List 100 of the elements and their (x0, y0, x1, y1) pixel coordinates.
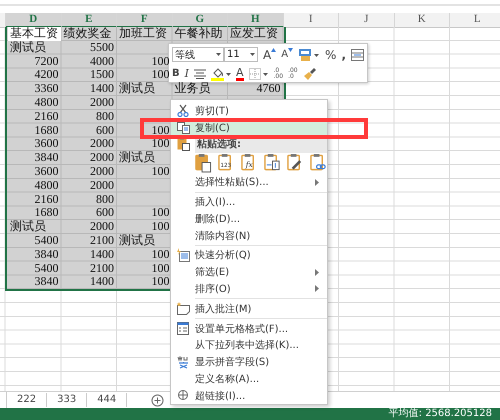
paste-icon[interactable] (195, 153, 212, 174)
font-size-field[interactable]: 11 (224, 47, 258, 62)
font-color-button[interactable]: A (236, 66, 244, 80)
font-name-field[interactable]: 等线 (172, 47, 224, 62)
fill-color-icon[interactable] (210, 66, 231, 80)
table-cell-text: 4200 (34, 68, 60, 82)
menu-item[interactable]: 设置单元格格式(F)... (171, 320, 327, 337)
table-cell-text: 2000 (89, 220, 115, 234)
table-cell-text: 3600 (34, 164, 60, 179)
column-header[interactable]: F (117, 13, 172, 28)
table-cell-text: 5400 (34, 234, 60, 248)
menu-item[interactable]: 插入(I)... (171, 194, 327, 210)
table-cell-text: 测试员 (9, 40, 47, 55)
column-header[interactable]: I (284, 13, 339, 28)
bold-button[interactable]: B (172, 66, 180, 80)
menu-item[interactable]: 剪切(T) (171, 102, 327, 120)
table-cell-text: 1400 (89, 248, 115, 262)
sheet-tab[interactable]: 444 (87, 393, 128, 407)
menu-item[interactable]: 快速分析(Q) (171, 246, 327, 264)
table-cell-text: 1500 (89, 68, 115, 82)
average-readout: 平均值: 2568.205128 (388, 408, 492, 420)
table-cell-text: 午餐补助 (174, 27, 224, 42)
table-cell: 基本工资 (8, 27, 60, 41)
menu-item[interactable]: 清除内容(N) (171, 227, 327, 244)
table-cell-text: 4800 (34, 178, 60, 193)
phonetic-guide-icon (176, 356, 190, 369)
grow-font-button[interactable]: A (262, 48, 276, 62)
table-cell-text: 4760 (256, 82, 282, 96)
table-cell-text: 5400 (34, 262, 60, 276)
comma-style-button[interactable]: , (341, 48, 346, 62)
clipboard-icon (176, 137, 190, 152)
column-header[interactable]: H (228, 13, 284, 28)
paste-link-icon[interactable] (310, 153, 327, 174)
table-style-icon[interactable] (298, 48, 320, 62)
menu-item[interactable]: 筛选(E) (171, 264, 327, 281)
format-cells-icon (177, 322, 189, 336)
table-cell-text: 业务员 (174, 82, 212, 96)
percent-button[interactable]: % (325, 48, 336, 62)
center-align-icon[interactable] (194, 68, 206, 78)
scissors-icon (177, 104, 189, 118)
dropdown-caret-icon[interactable] (250, 53, 255, 56)
table-cell-text: 100 (150, 124, 170, 138)
table-cell-text: 2000 (89, 164, 115, 179)
table-cell-text: 1400 (89, 82, 115, 96)
table-cell-text: 3600 (34, 137, 60, 152)
column-header[interactable]: K (394, 13, 450, 28)
menu-item[interactable]: 定义名称(A)... (171, 370, 327, 388)
sheet-tab[interactable]: 222 (7, 393, 48, 407)
italic-button[interactable]: I (184, 66, 189, 80)
table-cell-text: 测试员 (118, 234, 156, 248)
table-cell-text: 加班工资 (118, 27, 168, 42)
column-header[interactable]: L (450, 13, 500, 28)
borders-icon[interactable] (248, 68, 269, 80)
dropdown-caret-icon[interactable] (216, 53, 221, 56)
table-cell-text: 3360 (34, 82, 60, 96)
menu-item[interactable]: 从下拉列表中选择(K)... (171, 336, 327, 354)
table-cell-text: 应发工资 (229, 27, 279, 42)
column-header[interactable]: D (6, 13, 62, 28)
table-cell-text: 2000 (89, 151, 115, 165)
table-cell-text: 3840 (34, 248, 60, 262)
table-cell-text: 800 (95, 192, 115, 206)
table-cell-text: 2100 (89, 262, 115, 276)
paste-transpose-icon[interactable] (264, 153, 281, 174)
menu-item[interactable]: 插入批注(M) (171, 300, 327, 318)
table-cell-text: 3840 (34, 151, 60, 165)
table-cell-text: 3840 (34, 275, 60, 290)
table-cell-text: 1680 (34, 124, 60, 138)
merge-cells-icon[interactable] (351, 48, 364, 60)
add-sheet-icon[interactable] (151, 394, 164, 406)
table-cell-text: 2100 (89, 234, 115, 248)
table-cell-text: 7200 (34, 54, 60, 68)
shrink-font-button[interactable]: A (281, 48, 294, 62)
table-cell-text: 800 (95, 110, 115, 124)
table-cell-text: 绩效奖金 (62, 27, 112, 42)
menu-item[interactable]: 显示拼音字段(S) (171, 354, 327, 371)
table-cell-text: 2160 (34, 110, 60, 124)
table-cell-text: 4800 (34, 96, 60, 110)
table-cell-text: 测试员 (118, 151, 156, 165)
column-header[interactable]: G (172, 13, 228, 28)
table-cell-text: 测试员 (118, 82, 156, 96)
column-header[interactable]: E (62, 13, 117, 28)
table-cell-text: 2160 (34, 192, 60, 206)
table-cell-text: 100 (150, 206, 170, 220)
column-header[interactable]: J (339, 13, 394, 28)
sheet-tab[interactable]: 333 (47, 393, 88, 407)
table-cell-text: 100 (150, 54, 170, 68)
table-cell-text: 600 (95, 206, 115, 220)
table-cell-text: 100 (150, 262, 170, 276)
table-cell-text: 100 (150, 68, 170, 82)
table-cell-text: 100 (150, 220, 170, 234)
table-cell-text: 100 (150, 248, 170, 262)
globe-link-icon (176, 390, 190, 402)
menu-item[interactable]: 选择性粘贴(S)... (171, 174, 327, 191)
menu-item[interactable]: 超链接(I)... (171, 387, 327, 404)
menu-item[interactable]: 删除(D)... (171, 210, 327, 228)
table-cell-text: 100 (150, 275, 170, 290)
paintbrush-icon[interactable] (302, 66, 317, 80)
menu-item[interactable]: 排序(O) (171, 280, 327, 298)
table-cell-text: 测试员 (9, 220, 47, 234)
paste-formatting-icon[interactable] (287, 153, 304, 174)
